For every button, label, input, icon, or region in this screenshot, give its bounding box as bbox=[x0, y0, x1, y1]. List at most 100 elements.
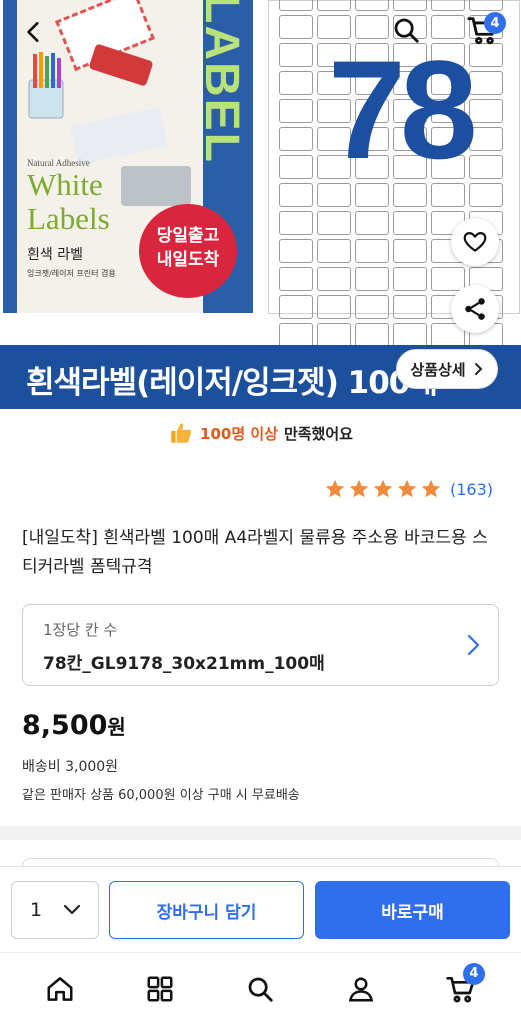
price-currency: 원 bbox=[107, 715, 126, 739]
nav-cart[interactable]: 4 bbox=[433, 961, 489, 1017]
grid-icon bbox=[147, 976, 173, 1001]
label-cell bbox=[355, 267, 389, 291]
satisfaction-text: 만족했어요 bbox=[283, 424, 353, 443]
label-cell bbox=[279, 295, 313, 319]
option-selector[interactable]: 1장당 칸 수 78칸_GL9178_30x21mm_100매 bbox=[22, 604, 499, 686]
cart-count-badge: 4 bbox=[484, 12, 506, 34]
purchase-bar: 1 장바구니 담기 바로구매 bbox=[0, 866, 521, 952]
rating-row[interactable]: (163) bbox=[324, 478, 493, 500]
label-cell bbox=[279, 323, 313, 345]
star-icon bbox=[421, 479, 441, 498]
star-icon bbox=[373, 479, 393, 498]
option-label: 1장당 칸 수 bbox=[43, 621, 118, 639]
user-icon bbox=[348, 977, 373, 1001]
cart-button[interactable]: 4 bbox=[460, 10, 506, 50]
product-detail-label: 상품상세 bbox=[410, 360, 466, 379]
thumbs-up-icon bbox=[171, 423, 192, 443]
label-cell bbox=[355, 295, 389, 319]
delivery-badge-line1: 당일출고 bbox=[156, 226, 220, 246]
search-icon bbox=[249, 977, 274, 1002]
star-icon bbox=[397, 479, 417, 498]
package-brand-line1: White bbox=[27, 167, 103, 202]
satisfaction-row: 100명 이상 만족했어요 bbox=[0, 416, 521, 450]
review-count[interactable]: (163) bbox=[450, 480, 493, 499]
label-cell bbox=[469, 183, 503, 207]
product-detail-banner: 흰색라벨(레이저/잉크젯) 100매 상품상세 bbox=[0, 345, 521, 409]
label-cell bbox=[431, 267, 465, 291]
label-cell bbox=[393, 323, 427, 345]
section-divider bbox=[0, 826, 521, 840]
quantity-select[interactable]: 1 bbox=[11, 881, 99, 939]
label-cell bbox=[317, 211, 351, 235]
nav-categories[interactable] bbox=[132, 961, 188, 1017]
label-cell bbox=[279, 183, 313, 207]
buy-now-button[interactable]: 바로구매 bbox=[315, 881, 510, 939]
label-cell bbox=[279, 267, 313, 291]
printer-image bbox=[121, 166, 191, 206]
nav-cart-badge: 4 bbox=[462, 962, 485, 985]
quantity-value: 1 bbox=[30, 899, 43, 921]
label-cell bbox=[317, 323, 351, 345]
price: 8,500원 bbox=[22, 710, 126, 741]
share-icon bbox=[465, 298, 485, 320]
banner-title: 흰색라벨(레이저/잉크젯) 100매 bbox=[26, 365, 438, 401]
label-cell bbox=[469, 71, 503, 95]
label-cell bbox=[469, 99, 503, 123]
package-vertical-text: LABEL bbox=[195, 0, 248, 164]
share-button[interactable] bbox=[451, 285, 499, 333]
bottom-nav: 4 bbox=[0, 952, 521, 1024]
pencils-icon bbox=[28, 52, 64, 119]
label-cell bbox=[317, 0, 351, 11]
package-korean-name: 흰색 라벨 bbox=[27, 247, 83, 263]
label-cell bbox=[279, 239, 313, 263]
label-cell bbox=[393, 239, 427, 263]
chevron-left-icon bbox=[27, 22, 39, 42]
label-cell bbox=[279, 211, 313, 235]
delivery-badge: 당일출고 내일도착 bbox=[139, 204, 237, 298]
label-cell bbox=[469, 127, 503, 151]
price-amount: 8,500 bbox=[22, 710, 108, 741]
label-cell bbox=[355, 323, 389, 345]
label-cell bbox=[279, 99, 313, 123]
free-shipping-note: 같은 판매자 상품 60,000원 이상 구매 시 무료배송 bbox=[22, 788, 300, 803]
chevron-down-icon bbox=[63, 904, 81, 915]
label-cell bbox=[279, 15, 313, 39]
rating-stars bbox=[324, 478, 442, 500]
label-cell bbox=[279, 43, 313, 67]
label-cell bbox=[279, 71, 313, 95]
add-to-cart-button[interactable]: 장바구니 담기 bbox=[109, 881, 304, 939]
wishlist-button[interactable] bbox=[451, 218, 499, 266]
label-cell bbox=[279, 127, 313, 151]
label-cell bbox=[279, 0, 313, 11]
label-cell bbox=[393, 211, 427, 235]
label-cell bbox=[393, 295, 427, 319]
home-icon bbox=[47, 976, 73, 1001]
product-image-carousel[interactable]: LABEL Natural Adhesive White Labels 흰색 라… bbox=[0, 0, 521, 345]
label-cell bbox=[279, 155, 313, 179]
chevron-right-icon bbox=[474, 363, 483, 375]
back-button[interactable] bbox=[14, 12, 54, 52]
product-detail-button[interactable]: 상품상세 bbox=[396, 349, 498, 389]
chevron-right-icon bbox=[467, 634, 480, 656]
package-printer-note: 잉크젯/레이저 프린터 겸용 bbox=[27, 269, 116, 278]
nav-home[interactable] bbox=[32, 961, 88, 1017]
option-value: 78칸_GL9178_30x21mm_100매 bbox=[43, 654, 325, 674]
label-count-number: 78 bbox=[328, 31, 478, 188]
star-icon bbox=[349, 479, 369, 498]
heart-icon bbox=[463, 232, 487, 252]
label-cell bbox=[355, 0, 389, 11]
label-cell bbox=[317, 239, 351, 263]
nav-my-page[interactable] bbox=[333, 961, 389, 1017]
search-button[interactable] bbox=[386, 10, 426, 50]
label-cell bbox=[317, 267, 351, 291]
search-icon bbox=[394, 18, 419, 43]
label-cell bbox=[355, 239, 389, 263]
product-title: [내일도착] 흰색라벨 100매 A4라벨지 물류용 주소용 바코드용 스티커라… bbox=[22, 528, 488, 577]
star-icon bbox=[325, 479, 345, 498]
delivery-badge-line2: 내일도착 bbox=[156, 250, 220, 270]
nav-search[interactable] bbox=[232, 961, 288, 1017]
label-cell bbox=[393, 267, 427, 291]
package-brand-line2: Labels bbox=[27, 201, 110, 236]
label-cell bbox=[355, 211, 389, 235]
label-cell bbox=[317, 295, 351, 319]
